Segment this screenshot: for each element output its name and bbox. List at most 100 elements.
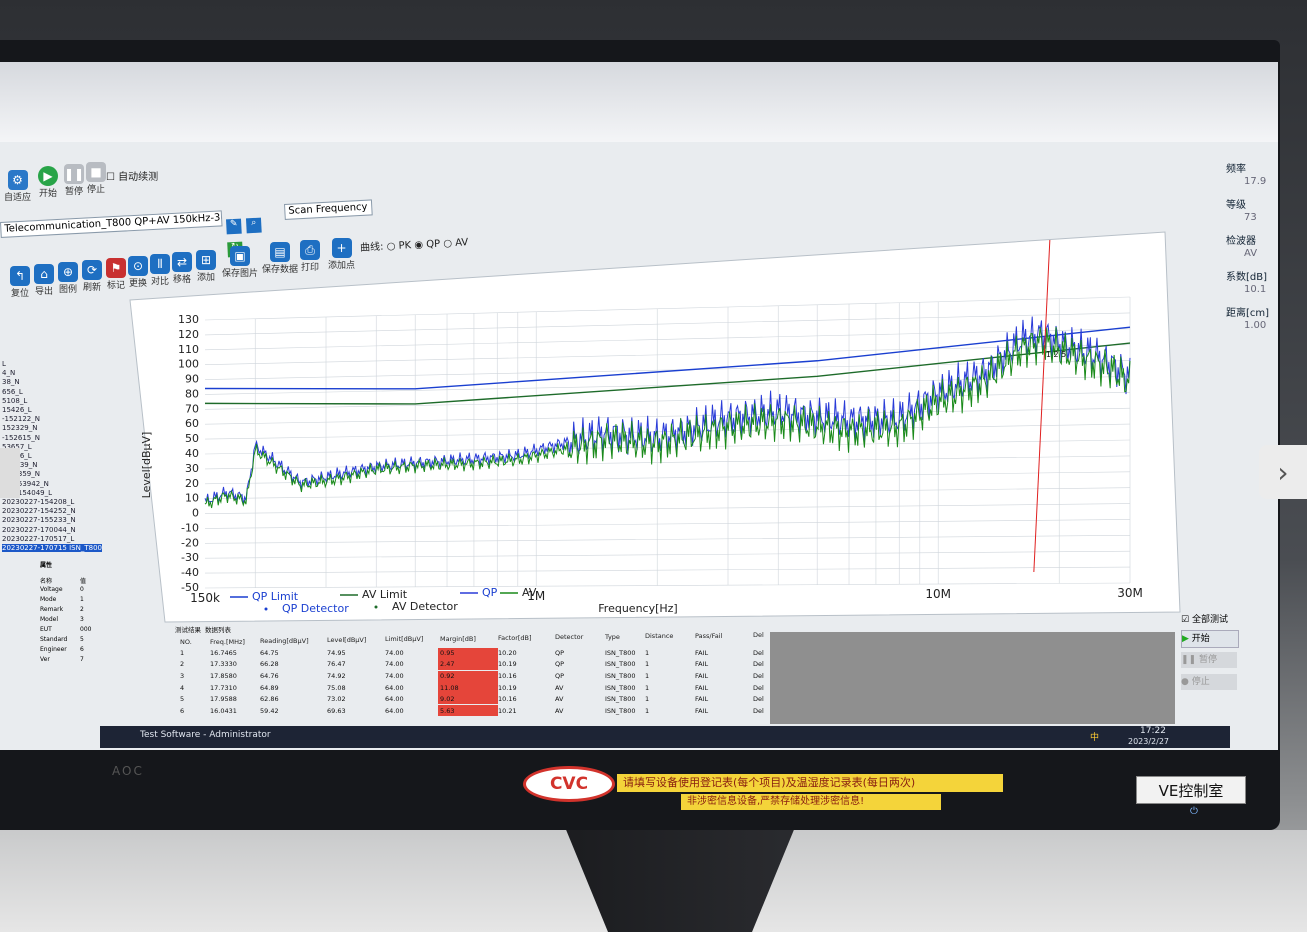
table-cell: 17.8580 (210, 671, 237, 680)
table-cell: 1 (645, 683, 650, 692)
prev-edge-tab[interactable] (0, 448, 20, 498)
table-cell: 64.00 (385, 706, 404, 715)
y-tick-label: 40 (185, 447, 199, 460)
table-cell: QP (555, 671, 565, 680)
column-header[interactable]: Limit[dBµV] (385, 635, 423, 643)
table-cell: 74.00 (385, 649, 404, 657)
column-header[interactable]: Freq.[MHz] (210, 638, 245, 646)
table-cell: 0.95 (440, 649, 455, 657)
column-header[interactable]: Del (753, 631, 764, 639)
table-cell: AV (555, 683, 564, 692)
table-cell: 74.92 (327, 671, 346, 680)
run-pause-button[interactable]: ❚❚ 暂停 (1181, 652, 1237, 668)
column-header[interactable]: Factor[dB] (498, 634, 532, 642)
table-cell: 74.00 (385, 671, 404, 680)
delete-row-button[interactable]: Del (753, 707, 764, 715)
table-cell: 64.76 (260, 671, 279, 680)
legend-label: QP Detector (282, 602, 349, 615)
y-tick-label: 100 (178, 358, 199, 371)
table-cell: 64.75 (260, 649, 279, 657)
table-cell: 64.00 (385, 683, 404, 692)
column-header[interactable]: Distance (645, 632, 673, 640)
column-header[interactable]: Detector (555, 633, 583, 641)
results-tab[interactable]: 数据列表 (205, 624, 231, 634)
run-start-button[interactable]: ▶ 开始 (1181, 630, 1239, 648)
column-header[interactable]: Margin[dB] (440, 635, 476, 643)
table-cell: 17.7310 (210, 683, 237, 692)
table-cell: FAIL (695, 683, 709, 692)
clock-date[interactable]: 2023/2/27 (1128, 737, 1169, 746)
y-tick-label: 30 (185, 462, 199, 475)
table-cell: 16.7465 (210, 649, 237, 657)
table-cell: 10.20 (498, 649, 517, 657)
table-cell: ISN_T800 (605, 695, 636, 704)
legend-label: AV Detector (392, 600, 458, 613)
table-cell: FAIL (695, 706, 709, 715)
table-cell: 74.95 (327, 649, 346, 657)
delete-row-button[interactable]: Del (753, 660, 764, 668)
table-cell: 2 (180, 660, 185, 669)
clock-time[interactable]: 17:22 (1140, 726, 1166, 736)
results-empty-area (770, 632, 1175, 724)
table-cell: 59.42 (260, 706, 279, 715)
table-cell: 16.0431 (210, 706, 237, 715)
y-tick-label: 120 (178, 328, 199, 341)
table-cell: 64.00 (385, 695, 404, 704)
table-cell: 1 (645, 649, 650, 657)
taskbar-app-title[interactable]: Test Software - Administrator (140, 730, 271, 740)
column-header[interactable]: Reading[dBµV] (260, 637, 309, 645)
table-cell: 1 (645, 660, 650, 669)
table-cell: 74.00 (385, 660, 404, 669)
table-cell: 64.89 (260, 683, 279, 692)
delete-row-button[interactable]: Del (753, 695, 764, 703)
column-header[interactable]: NO. (180, 638, 192, 646)
results-tab[interactable]: 测试结果 (175, 624, 201, 634)
y-tick-label: 90 (185, 373, 199, 386)
run-stop-button[interactable]: ● 停止 (1181, 674, 1237, 690)
table-cell: 10.19 (498, 683, 517, 692)
legend-label: AV (522, 586, 537, 599)
delete-row-button[interactable]: Del (753, 672, 764, 680)
y-tick-label: 80 (185, 387, 199, 400)
next-chevron-icon[interactable]: › (1259, 445, 1307, 499)
column-header[interactable]: Type (605, 633, 620, 641)
table-cell: 75.08 (327, 683, 346, 692)
x-axis-label: Frequency[Hz] (598, 602, 677, 615)
y-tick-label: -20 (181, 536, 199, 549)
power-icon[interactable]: ⏻ (1190, 806, 1198, 817)
check-all-checkbox[interactable]: ☑ 全部测试 (1181, 612, 1228, 625)
windows-taskbar: Test Software - Administrator 中 17:22 20… (100, 726, 1230, 748)
table-cell: 17.3330 (210, 660, 237, 669)
column-header[interactable]: Level[dBµV] (327, 636, 366, 644)
table-cell: QP (555, 649, 565, 657)
sticker-line-1: 请填写设备使用登记表(每个项目)及温湿度记录表(每日两次) (617, 774, 1003, 792)
column-header[interactable]: Pass/Fail (695, 632, 722, 640)
legend-swatch (374, 605, 378, 609)
table-cell: 5.63 (440, 706, 455, 715)
ime-indicator[interactable]: 中 (1090, 730, 1099, 743)
table-cell: 10.16 (498, 695, 517, 704)
notice-sticker: CVC 请填写设备使用登记表(每个项目)及温湿度记录表(每日两次) 非涉密信息设… (515, 764, 1005, 812)
table-cell: 62.86 (260, 695, 279, 704)
y-tick-label: 10 (185, 492, 199, 505)
table-cell: 66.28 (260, 660, 279, 669)
delete-row-button[interactable]: Del (753, 684, 764, 692)
table-cell: 9.02 (440, 695, 455, 704)
room-label: VE控制室 (1136, 776, 1246, 804)
y-tick-label: 70 (185, 402, 199, 415)
delete-row-button[interactable]: Del (753, 649, 764, 657)
y-tick-label: 50 (185, 432, 199, 445)
table-cell: 0.92 (440, 671, 455, 680)
table-cell: ISN_T800 (605, 671, 636, 680)
table-cell: 1 (645, 706, 650, 715)
results-table: 测试结果 数据列表 NO. Freq.[MHz] Reading[dBµV] Level[… (175, 626, 785, 720)
run-control-panel: ☑ 全部测试 ▶ 开始 ❚❚ 暂停 ● 停止 (1175, 612, 1240, 722)
table-cell: 1 (645, 671, 650, 680)
y-tick-label: -30 (181, 551, 199, 564)
y-tick-label: 60 (185, 417, 199, 430)
table-cell: 69.63 (327, 706, 346, 715)
cvc-logo: CVC (523, 766, 615, 802)
table-cell: 2.47 (440, 660, 455, 669)
table-cell: ISN_T800 (605, 683, 636, 692)
table-cell: FAIL (695, 649, 709, 657)
